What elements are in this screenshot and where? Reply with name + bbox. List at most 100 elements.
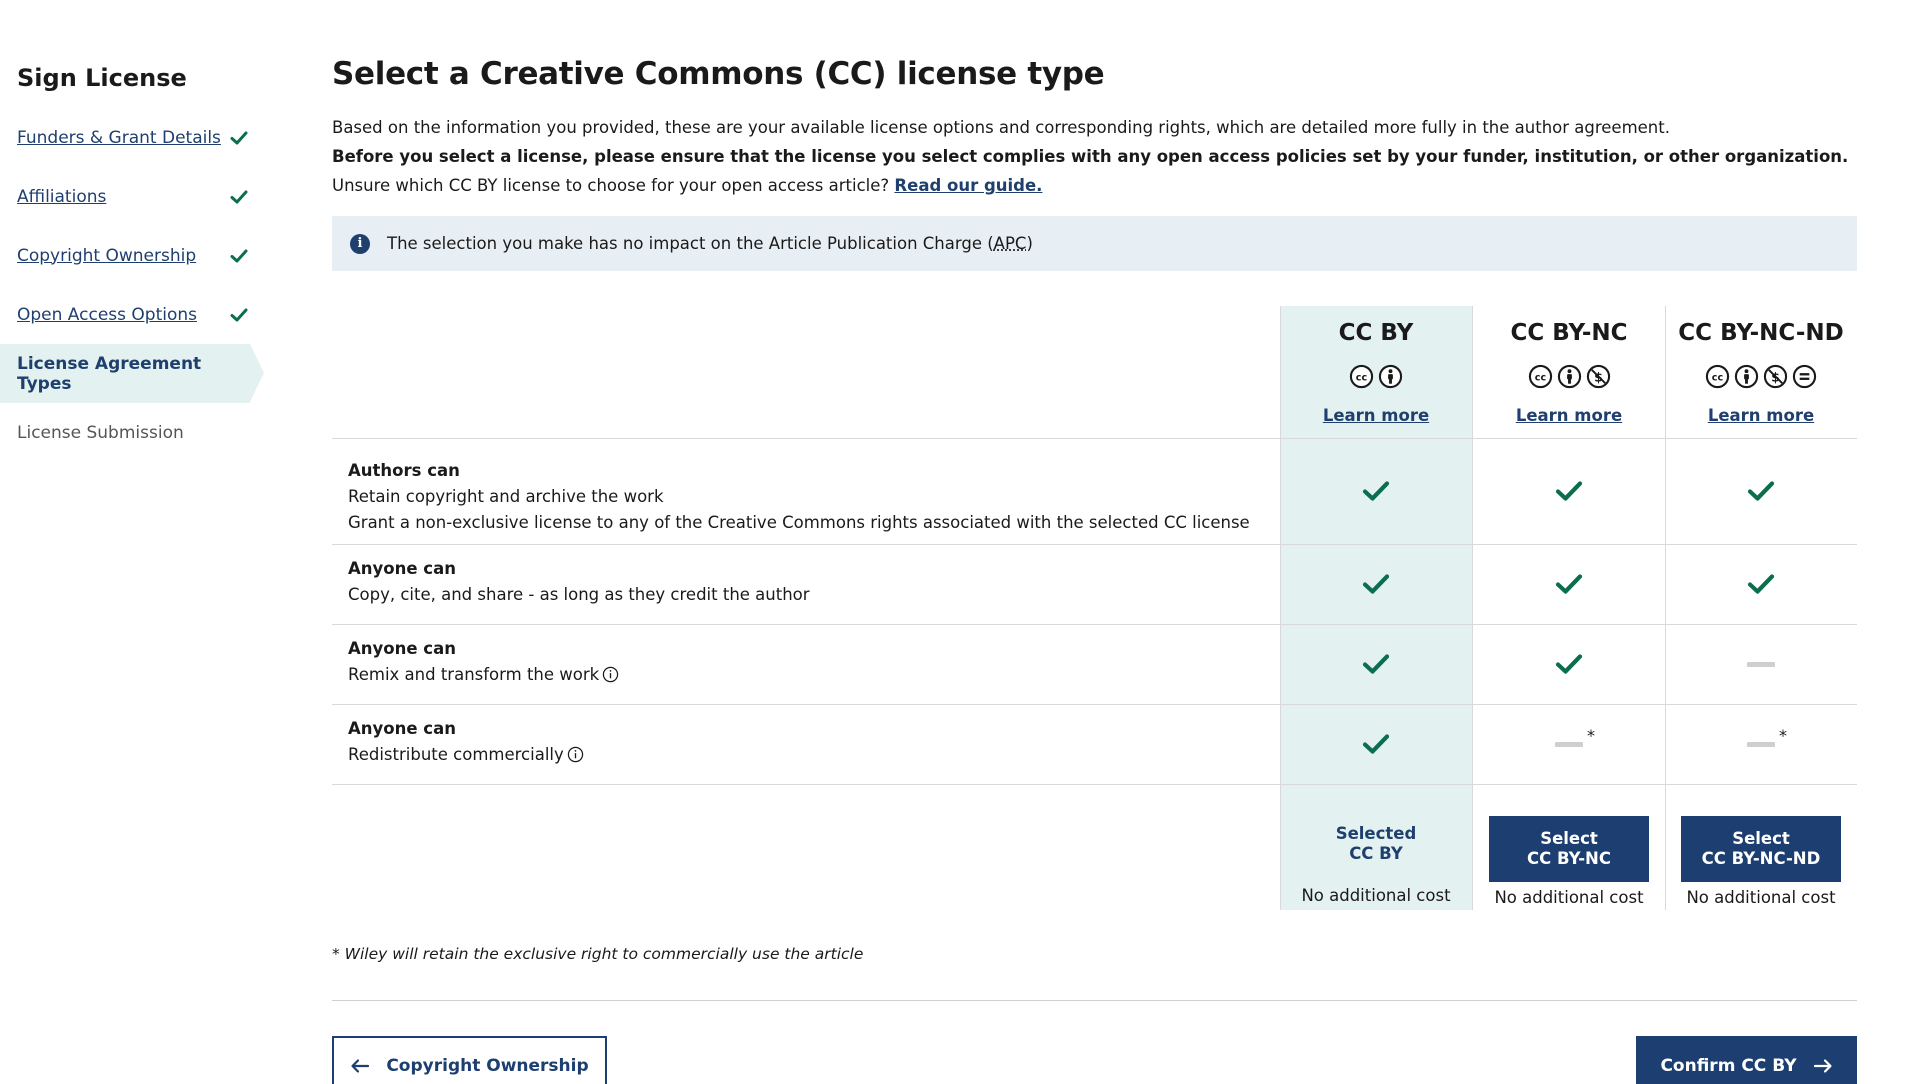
- row-description: Anyone can Remix and transform the work: [348, 636, 619, 688]
- table-row-anyone-can-redistribute: Anyone can Redistribute commercially * *: [332, 704, 1857, 784]
- svg-text:cc: cc: [1534, 372, 1546, 383]
- select-cc-by-nc-nd-button[interactable]: Select CC BY-NC-ND: [1681, 816, 1841, 882]
- apc-abbreviation[interactable]: APC: [994, 234, 1027, 253]
- intro-guide-line: Unsure which CC BY license to choose for…: [332, 171, 1857, 200]
- check-icon: [1555, 652, 1583, 676]
- license-name: CC BY-NC-ND: [1665, 320, 1857, 346]
- info-banner: i The selection you make has no impact o…: [332, 216, 1857, 271]
- row-line: Grant a non-exclusive license to any of …: [348, 510, 1250, 536]
- row-line-with-tooltip: Redistribute commercially: [348, 742, 584, 768]
- check-icon: [1362, 572, 1390, 596]
- check-icon: [1747, 572, 1775, 596]
- step-list: Funders & Grant Details Affiliations Cop…: [0, 108, 268, 462]
- table-row-authors-can: Authors can Retain copyright and archive…: [332, 438, 1857, 544]
- step-label: License Agreement Types: [17, 354, 250, 394]
- nc-icon: $: [1586, 364, 1611, 389]
- license-name: CC BY: [1280, 320, 1472, 346]
- cell-cc-by-allowed: [1280, 704, 1472, 784]
- intro-text: Based on the information you provided, t…: [332, 113, 1857, 200]
- step-label[interactable]: Affiliations: [17, 187, 106, 207]
- row-line-with-tooltip: Remix and transform the work: [348, 662, 619, 688]
- divider: [332, 1000, 1857, 1001]
- selected-status: Selected CC BY: [1280, 824, 1472, 864]
- svg-text:cc: cc: [1356, 372, 1368, 383]
- check-icon: [229, 305, 249, 325]
- by-icon: [1734, 364, 1759, 389]
- check-icon: [1362, 732, 1390, 756]
- table-row-anyone-can-share: Anyone can Copy, cite, and share - as lo…: [332, 544, 1857, 624]
- footnote: * Wiley will retain the exclusive right …: [332, 945, 863, 963]
- nd-icon: [1792, 364, 1817, 389]
- license-icons: cc $: [1665, 364, 1857, 389]
- dash-icon: [1747, 662, 1775, 667]
- step-open-access-options[interactable]: Open Access Options: [0, 285, 268, 344]
- cell-cc-by-allowed: [1280, 624, 1472, 704]
- row-description: Anyone can Redistribute commercially: [348, 716, 584, 768]
- cell-cc-by-nc-nd-allowed: [1665, 544, 1857, 624]
- intro-line: Based on the information you provided, t…: [332, 113, 1857, 142]
- step-label[interactable]: Copyright Ownership: [17, 246, 196, 266]
- read-guide-link[interactable]: Read our guide.: [894, 176, 1042, 195]
- cc-icon: cc: [1528, 364, 1553, 389]
- back-button-label: Copyright Ownership: [386, 1056, 588, 1076]
- step-license-agreement-types: License Agreement Types: [0, 344, 250, 403]
- step-label[interactable]: Funders & Grant Details: [17, 128, 221, 148]
- sidebar-title: Sign License: [17, 64, 187, 92]
- dash-icon: *: [1555, 742, 1583, 747]
- row-title: Authors can: [348, 458, 1250, 484]
- check-icon: [229, 187, 249, 207]
- cell-cc-by-nc-nd-not-allowed: *: [1665, 704, 1857, 784]
- back-button[interactable]: Copyright Ownership: [332, 1036, 607, 1084]
- license-icons: cc $: [1473, 364, 1665, 389]
- license-header-cc-by: CC BY cc Learn more: [1280, 306, 1472, 438]
- learn-more-link[interactable]: Learn more: [1665, 406, 1857, 425]
- info-icon: i: [350, 234, 370, 254]
- svg-text:cc: cc: [1712, 372, 1724, 383]
- cell-cc-by-nc-nd-not-allowed: [1665, 624, 1857, 704]
- action-cell-cc-by-nc: Select CC BY-NC No additional cost: [1473, 798, 1665, 910]
- action-cell-cc-by-nc-nd: Select CC BY-NC-ND No additional cost: [1665, 798, 1857, 910]
- cell-cc-by-nc-not-allowed: *: [1473, 704, 1665, 784]
- learn-more-link[interactable]: Learn more: [1473, 406, 1665, 425]
- row-description: Authors can Retain copyright and archive…: [348, 458, 1250, 536]
- confirm-button-label: Confirm CC BY: [1660, 1056, 1796, 1076]
- footnote-marker: *: [1779, 726, 1787, 745]
- license-header-cc-by-nc: CC BY-NC cc $ Learn more: [1473, 306, 1665, 438]
- by-icon: [1378, 364, 1403, 389]
- check-icon: [1362, 652, 1390, 676]
- by-icon: [1557, 364, 1582, 389]
- selected-license-name: CC BY: [1280, 844, 1472, 864]
- guide-prefix: Unsure which CC BY license to choose for…: [332, 176, 889, 195]
- select-cc-by-nc-button[interactable]: Select CC BY-NC: [1489, 816, 1649, 882]
- cell-cc-by-allowed: [1280, 544, 1472, 624]
- step-label: License Submission: [17, 423, 184, 443]
- cost-label: No additional cost: [1280, 886, 1472, 905]
- row-line: Remix and transform the work: [348, 665, 599, 684]
- info-text-prefix: The selection you make has no impact on …: [387, 234, 994, 253]
- confirm-button[interactable]: Confirm CC BY: [1636, 1036, 1857, 1084]
- dash-icon: *: [1747, 742, 1775, 747]
- row-line: Copy, cite, and share - as long as they …: [348, 582, 810, 608]
- cell-cc-by-nc-nd-allowed: [1665, 438, 1857, 544]
- cost-label: No additional cost: [1473, 888, 1665, 907]
- check-icon: [1362, 479, 1390, 503]
- step-copyright-ownership[interactable]: Copyright Ownership: [0, 226, 268, 285]
- step-label[interactable]: Open Access Options: [17, 305, 197, 325]
- button-text: Select: [1732, 829, 1790, 849]
- info-tooltip-icon[interactable]: [567, 746, 584, 763]
- cell-cc-by-nc-allowed: [1473, 544, 1665, 624]
- info-tooltip-icon[interactable]: [602, 666, 619, 683]
- row-title: Anyone can: [348, 636, 619, 662]
- button-license-name: CC BY-NC-ND: [1702, 849, 1821, 869]
- footnote-marker: *: [1587, 726, 1595, 745]
- nc-icon: $: [1763, 364, 1788, 389]
- sidebar: Sign License Funders & Grant Details Aff…: [0, 0, 268, 1084]
- check-icon: [1555, 479, 1583, 503]
- row-title: Anyone can: [348, 716, 584, 742]
- step-funders-grant-details[interactable]: Funders & Grant Details: [0, 108, 268, 167]
- row-title: Anyone can: [348, 556, 810, 582]
- row-description: Anyone can Copy, cite, and share - as lo…: [348, 556, 810, 608]
- step-affiliations[interactable]: Affiliations: [0, 167, 268, 226]
- learn-more-link[interactable]: Learn more: [1280, 406, 1472, 425]
- button-text: Select: [1540, 829, 1598, 849]
